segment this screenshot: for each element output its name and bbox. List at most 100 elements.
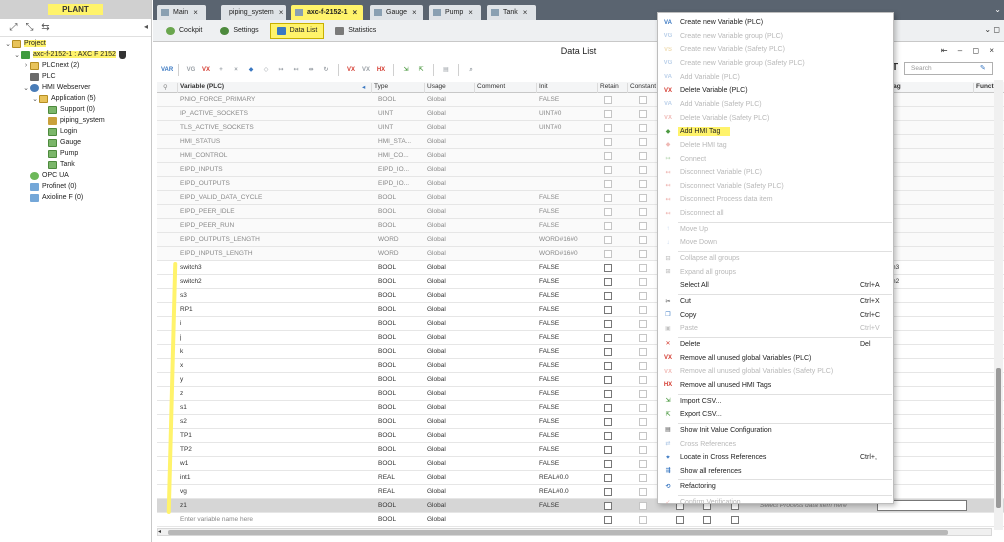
- constant-checkbox[interactable]: [639, 264, 647, 272]
- constant-checkbox[interactable]: [639, 110, 647, 118]
- tree-item[interactable]: ⌄ axc-f-2152-1 : AXC F 2152: [0, 49, 152, 60]
- constant-checkbox[interactable]: [639, 96, 647, 104]
- constant-checkbox[interactable]: [639, 222, 647, 230]
- hmi-tag-icon[interactable]: ◆: [246, 65, 256, 75]
- constant-checkbox[interactable]: [639, 404, 647, 412]
- tree-item[interactable]: piping_system: [0, 115, 152, 126]
- tree-item[interactable]: Tank: [0, 159, 152, 170]
- tab-main[interactable]: Main ×: [157, 5, 206, 20]
- search-input[interactable]: Search ✎: [904, 62, 993, 75]
- retain-checkbox[interactable]: [604, 404, 612, 412]
- tree-item[interactable]: Axioline F (0): [0, 192, 152, 203]
- remove-unused-hmi-icon[interactable]: HX: [376, 65, 386, 75]
- constant-checkbox[interactable]: [639, 502, 647, 510]
- retain-checkbox[interactable]: [604, 502, 612, 510]
- panel-collapse-icon[interactable]: ◂: [144, 22, 148, 31]
- retain-checkbox[interactable]: [604, 460, 612, 468]
- connect-icon[interactable]: ↦: [276, 65, 286, 75]
- constant-checkbox[interactable]: [639, 390, 647, 398]
- usage-column-header[interactable]: Usage: [425, 83, 475, 93]
- retain-checkbox[interactable]: [604, 222, 612, 230]
- chevron-down-icon[interactable]: ⌄: [4, 40, 12, 48]
- delete-safety-variable-icon[interactable]: ×: [231, 65, 241, 75]
- retain-checkbox[interactable]: [604, 516, 612, 524]
- constant-checkbox[interactable]: [639, 236, 647, 244]
- import-csv-icon[interactable]: ⇲: [401, 65, 411, 75]
- row-option-checkbox[interactable]: [703, 516, 711, 524]
- subtab-cockpit[interactable]: Cockpit: [159, 23, 209, 39]
- filter-icon[interactable]: ⚲: [161, 83, 173, 93]
- tree-item[interactable]: ⌄ Application (5): [0, 93, 152, 104]
- chevron-down-icon[interactable]: ⌄: [22, 84, 30, 92]
- retain-checkbox[interactable]: [604, 446, 612, 454]
- retain-checkbox[interactable]: [604, 348, 612, 356]
- tree-item[interactable]: Support (0): [0, 104, 152, 115]
- sort-icon[interactable]: ◂: [360, 83, 370, 93]
- constant-checkbox[interactable]: [639, 250, 647, 258]
- tree-item[interactable]: Login: [0, 126, 152, 137]
- constant-checkbox[interactable]: [639, 334, 647, 342]
- menu-item-remove-all-unused-hmi-tags[interactable]: HX Remove all unused HMI Tags: [658, 379, 893, 392]
- menu-item-refactoring[interactable]: ⟲ Refactoring: [658, 480, 893, 493]
- retain-checkbox[interactable]: [604, 124, 612, 132]
- remove-unused-variables-icon[interactable]: VX: [346, 65, 356, 75]
- disconnect-all-icon[interactable]: ⇹: [306, 65, 316, 75]
- retain-checkbox[interactable]: [604, 250, 612, 258]
- menu-item-cut[interactable]: ✂ Cut Ctrl+X: [658, 295, 893, 308]
- retain-checkbox[interactable]: [604, 320, 612, 328]
- chevron-down-icon[interactable]: ⌄: [13, 51, 21, 59]
- menu-item-copy[interactable]: ❐ Copy Ctrl+C: [658, 309, 893, 322]
- retain-checkbox[interactable]: [604, 138, 612, 146]
- constant-checkbox[interactable]: [639, 320, 647, 328]
- retain-checkbox[interactable]: [604, 194, 612, 202]
- retain-checkbox[interactable]: [604, 152, 612, 160]
- constant-checkbox[interactable]: [639, 124, 647, 132]
- constant-checkbox[interactable]: [639, 138, 647, 146]
- export-csv-icon[interactable]: ⇱: [416, 65, 426, 75]
- add-safety-variable-icon[interactable]: +: [216, 65, 226, 75]
- menu-item-add-hmi-tag[interactable]: ◆ Add HMI Tag: [658, 125, 893, 138]
- menu-item-show-init-value-configuration[interactable]: ▤ Show Init Value Configuration: [658, 424, 893, 437]
- init-config-icon[interactable]: ▤: [441, 65, 451, 75]
- search-icon[interactable]: ⌕: [466, 65, 476, 75]
- constant-checkbox[interactable]: [639, 180, 647, 188]
- horizontal-scroll-thumb[interactable]: [168, 530, 948, 535]
- constant-checkbox[interactable]: [639, 194, 647, 202]
- tab-piping-system[interactable]: piping_system ×: [221, 5, 286, 20]
- comment-column-header[interactable]: Comment: [475, 83, 537, 93]
- retain-checkbox[interactable]: [604, 418, 612, 426]
- horizontal-scrollbar[interactable]: [157, 528, 992, 536]
- expand-all-icon[interactable]: ⤢: [8, 22, 19, 33]
- vertical-scrollbar[interactable]: [994, 80, 1003, 530]
- menu-item-locate-in-cross-references[interactable]: ⌖ Locate in Cross References Ctrl+,: [658, 451, 893, 464]
- retain-checkbox[interactable]: [604, 278, 612, 286]
- constant-checkbox[interactable]: [639, 152, 647, 160]
- constant-checkbox[interactable]: [639, 446, 647, 454]
- menu-item-export-csv[interactable]: ⇱ Export CSV...: [658, 408, 893, 421]
- row-option-checkbox[interactable]: [676, 516, 684, 524]
- retain-checkbox[interactable]: [604, 96, 612, 104]
- tab-axc-f-2152-1[interactable]: axc-f-2152-1 ×: [291, 5, 363, 20]
- table-row[interactable]: Enter variable name here BOOL Global: [157, 513, 1004, 527]
- close-icon[interactable]: ×: [412, 8, 417, 17]
- close-icon[interactable]: ×: [193, 8, 198, 17]
- collapse-all-icon[interactable]: ⤡: [24, 22, 35, 33]
- tab-pump[interactable]: Pump ×: [429, 5, 481, 20]
- menu-item-delete[interactable]: ✕ Delete Del: [658, 338, 893, 351]
- delete-variable-icon[interactable]: VX: [201, 65, 211, 75]
- tab-tank[interactable]: Tank ×: [487, 5, 536, 20]
- retain-checkbox[interactable]: [604, 390, 612, 398]
- panel-window-controls[interactable]: ⇤ ‒ ◻ ×: [941, 46, 998, 55]
- retain-checkbox[interactable]: [604, 334, 612, 342]
- chevron-down-icon[interactable]: ⌄: [31, 95, 39, 103]
- retain-checkbox[interactable]: [604, 264, 612, 272]
- close-icon[interactable]: ×: [468, 8, 473, 17]
- retain-column-header[interactable]: Retain: [598, 83, 628, 93]
- retain-checkbox[interactable]: [604, 474, 612, 482]
- menu-item-import-csv[interactable]: ⇲ Import CSV...: [658, 395, 893, 408]
- constant-checkbox[interactable]: [639, 208, 647, 216]
- retain-checkbox[interactable]: [604, 488, 612, 496]
- tree-item[interactable]: › PLCnext (2): [0, 60, 152, 71]
- variable-column-header[interactable]: Variable (PLC): [178, 83, 372, 93]
- constant-checkbox[interactable]: [639, 488, 647, 496]
